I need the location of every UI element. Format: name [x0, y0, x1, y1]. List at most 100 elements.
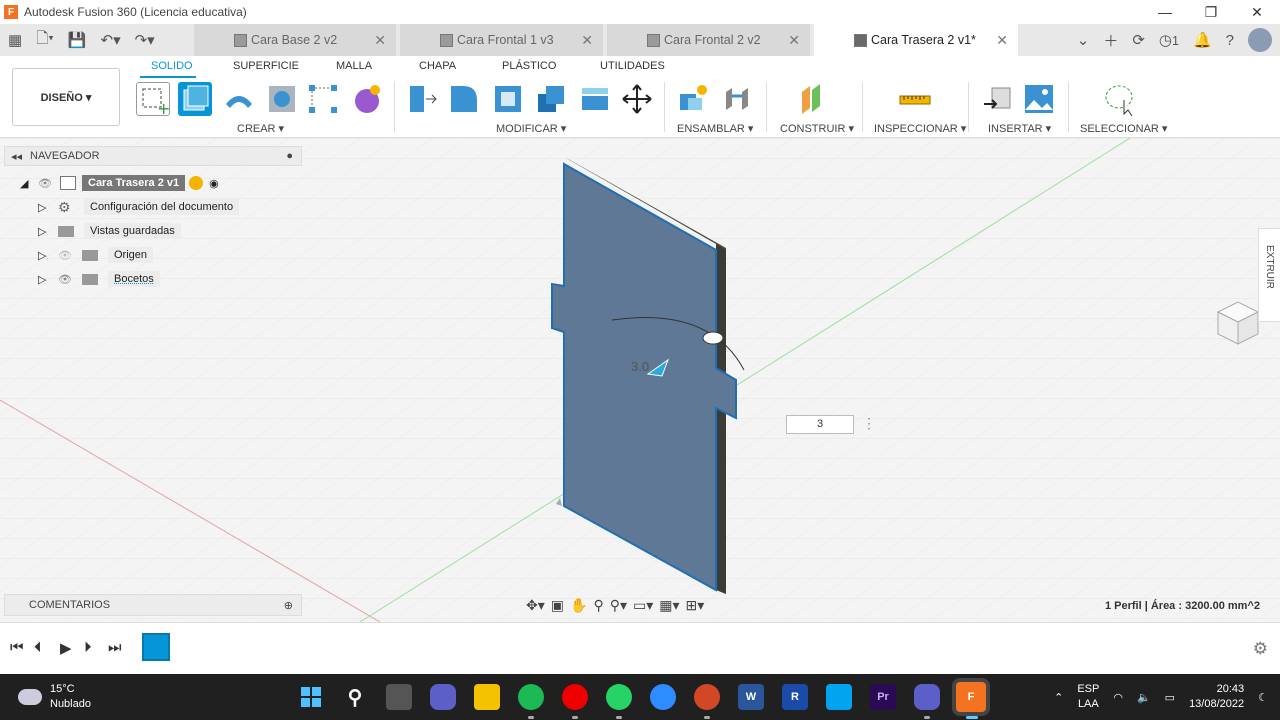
clock[interactable]: 20:43 13/08/2022	[1189, 682, 1244, 712]
save-icon[interactable]: 💾	[68, 31, 87, 49]
expand-toggle-icon[interactable]: ▷	[38, 225, 58, 238]
wifi-icon[interactable]: ◠	[1113, 691, 1123, 704]
file-explorer-icon[interactable]	[474, 684, 500, 710]
add-comment-icon[interactable]: ⊕	[284, 599, 293, 612]
opera-icon[interactable]	[562, 684, 588, 710]
tab-overflow-icon[interactable]: ⌄	[1077, 31, 1090, 49]
tab-malla[interactable]: MALLA	[336, 60, 372, 72]
move-copy-icon[interactable]	[620, 82, 654, 116]
fillet-icon[interactable]	[447, 82, 481, 116]
offset-plane-icon[interactable]	[796, 82, 830, 116]
fit-icon[interactable]: ⚲▾	[610, 597, 627, 614]
search-icon[interactable]: ⚲	[342, 684, 368, 710]
step-forward-icon[interactable]: ⏵	[84, 639, 92, 656]
revolve-icon[interactable]	[222, 82, 256, 116]
offset-face-icon[interactable]	[578, 82, 612, 116]
select-icon[interactable]	[1102, 82, 1136, 117]
extrude-panel-tab[interactable]: EXTRUIR	[1258, 228, 1280, 322]
expand-toggle-icon[interactable]: ▷	[38, 249, 58, 262]
tab-utilidades[interactable]: UTILIDADES	[600, 60, 665, 72]
tree-root-row[interactable]: ◢ 👁 Cara Trasera 2 v1 ◉	[20, 174, 219, 192]
joint-icon[interactable]	[720, 82, 754, 116]
tab-cara-trasera-2[interactable]: Cara Trasera 2 v1* ✕	[814, 24, 1018, 56]
go-to-start-icon[interactable]: ⏮	[10, 639, 24, 656]
avatar[interactable]	[1248, 28, 1272, 52]
tree-item-saved-views[interactable]: ▷ Vistas guardadas	[38, 222, 181, 240]
zoom-app-icon[interactable]	[650, 684, 676, 710]
extrude-distance-input[interactable]: 3	[786, 415, 854, 434]
whatsapp-icon[interactable]	[606, 684, 632, 710]
hidden-eye-icon[interactable]: 👁	[58, 249, 82, 262]
display-settings-icon[interactable]: ▭▾	[633, 597, 653, 614]
close-tab-icon[interactable]: ✕	[996, 32, 1008, 49]
powerpoint-icon[interactable]	[694, 684, 720, 710]
job-status-icon[interactable]: ◷1	[1159, 31, 1179, 49]
teams-chat-icon[interactable]	[430, 684, 456, 710]
language-indicator[interactable]: ESP LAA	[1077, 682, 1099, 712]
expand-toggle-icon[interactable]: ▷	[38, 201, 58, 214]
close-window-button[interactable]: ✕	[1234, 0, 1280, 24]
teams-icon[interactable]	[914, 684, 940, 710]
combine-icon[interactable]	[534, 82, 568, 116]
create-form-icon[interactable]	[350, 82, 384, 116]
group-modificar[interactable]: MODIFICAR ▾	[496, 122, 566, 135]
tab-chapa[interactable]: CHAPA	[419, 60, 456, 72]
viewports-icon[interactable]: ⊞▾	[686, 597, 705, 614]
group-inspeccionar[interactable]: INSPECCIONAR ▾	[874, 122, 966, 135]
close-tab-icon[interactable]: ✕	[374, 32, 386, 49]
viewcube[interactable]	[1208, 294, 1262, 348]
measure-icon[interactable]	[898, 82, 932, 116]
look-at-icon[interactable]: ▣	[551, 597, 564, 614]
word-icon[interactable]: W	[738, 684, 764, 710]
pattern-icon[interactable]	[306, 82, 340, 116]
group-construir[interactable]: CONSTRUIR ▾	[780, 122, 854, 135]
tree-item-label[interactable]: Configuración del documento	[84, 199, 240, 215]
battery-icon[interactable]: ▭	[1165, 691, 1175, 704]
grid-settings-icon[interactable]: ▦▾	[659, 597, 679, 614]
more-options-icon[interactable]: ⋮	[862, 415, 876, 432]
tree-item-document-settings[interactable]: ▷ ⚙ Configuración del documento	[38, 198, 240, 216]
tree-item-origin[interactable]: ▷ 👁 Origen	[38, 246, 154, 264]
tree-item-label[interactable]: Bocetos	[108, 271, 160, 287]
tree-item-label[interactable]: Vistas guardadas	[84, 223, 181, 239]
orbit-icon[interactable]: ✥▾	[526, 597, 545, 614]
hole-icon[interactable]	[265, 82, 299, 116]
root-component-label[interactable]: Cara Trasera 2 v1	[82, 175, 186, 191]
tray-overflow-icon[interactable]: ⌃	[1054, 691, 1063, 704]
weather-widget[interactable]: 15°C Nublado	[18, 682, 91, 712]
tab-cara-frontal-2[interactable]: Cara Frontal 2 v2 ✕	[607, 24, 810, 56]
step-back-icon[interactable]: ⏴	[34, 639, 42, 656]
warning-icon[interactable]	[189, 176, 204, 190]
tab-superficie[interactable]: SUPERFICIE	[233, 60, 299, 72]
visibility-eye-icon[interactable]: 👁	[58, 273, 82, 286]
group-seleccionar[interactable]: SELECCIONAR ▾	[1080, 122, 1167, 135]
focus-assist-icon[interactable]: ☾	[1258, 691, 1268, 704]
extrude-manipulator-handle[interactable]	[702, 331, 724, 345]
tree-item-sketches[interactable]: ▷ 👁 Bocetos	[38, 270, 160, 288]
pan-icon[interactable]: ✋	[570, 597, 587, 614]
collapse-panel-icon[interactable]: ◂◂	[11, 150, 22, 163]
tab-plastico[interactable]: PLÁSTICO	[502, 60, 556, 72]
timeline-feature-sketch[interactable]	[142, 633, 170, 661]
shell-icon[interactable]	[491, 82, 525, 116]
play-icon[interactable]: ▶	[60, 639, 72, 657]
data-panel-grid-icon[interactable]: ▦	[8, 31, 22, 49]
insert-derive-icon[interactable]	[980, 82, 1014, 116]
expand-toggle-icon[interactable]: ◢	[20, 177, 38, 190]
press-pull-icon[interactable]	[404, 82, 438, 116]
extrude-icon[interactable]	[178, 82, 212, 116]
create-sketch-icon[interactable]: +	[136, 82, 170, 118]
windows-start-icon[interactable]	[298, 684, 324, 710]
fusion-360-taskbar-icon[interactable]: F	[956, 682, 986, 712]
activate-radio-icon[interactable]: ◉	[209, 177, 219, 190]
go-to-end-icon[interactable]: ⏭	[108, 639, 122, 656]
tree-item-label[interactable]: Origen	[108, 247, 154, 263]
close-tab-icon[interactable]: ✕	[788, 32, 800, 49]
workspace-switcher[interactable]: DISEÑO ▾	[12, 68, 120, 126]
restore-button[interactable]: ❐	[1188, 0, 1234, 24]
tab-solido[interactable]: SOLIDO	[151, 60, 193, 72]
undo-icon[interactable]: ↶▾	[101, 31, 121, 49]
help-icon[interactable]: ?	[1226, 32, 1234, 49]
notifications-icon[interactable]: 🔔	[1193, 31, 1212, 49]
ccleaner-icon[interactable]	[826, 684, 852, 710]
